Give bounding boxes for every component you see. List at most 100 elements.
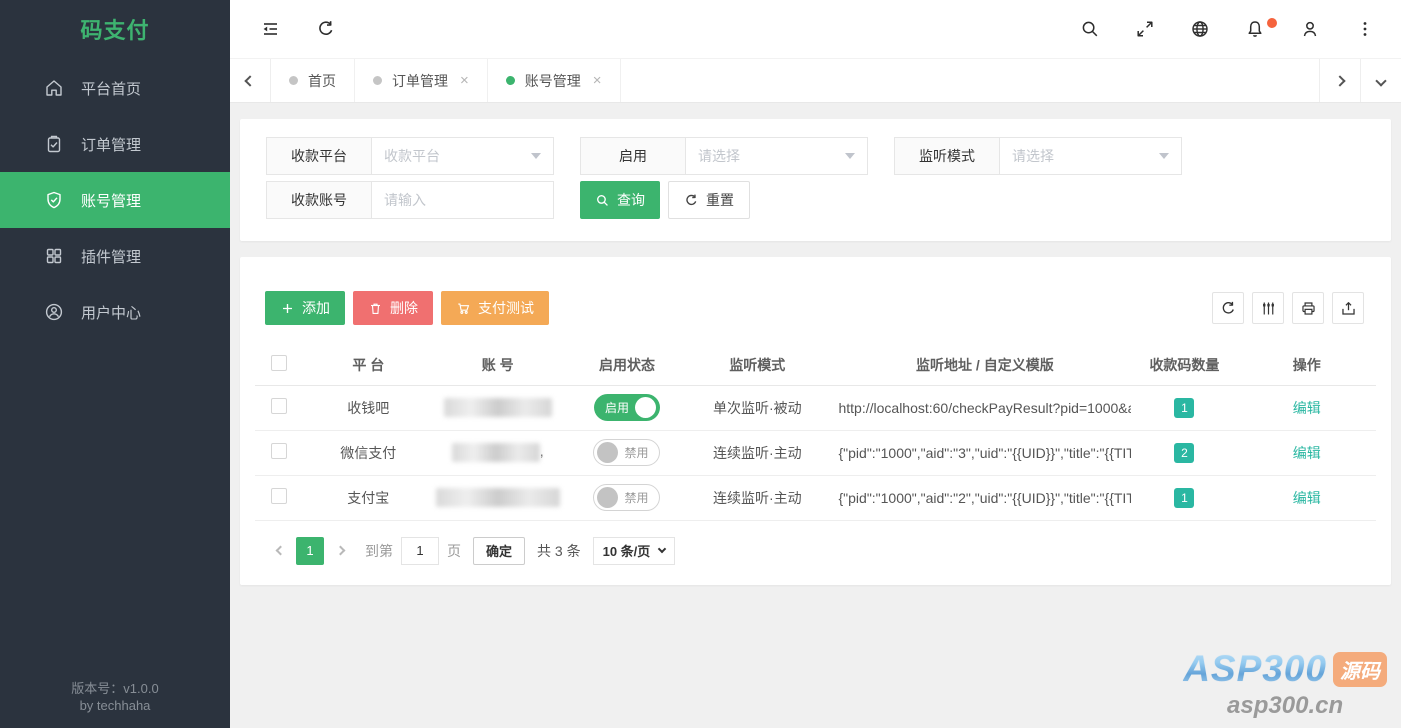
add-button-label: 添加 [302,300,330,316]
tab-close-icon[interactable]: × [593,72,602,89]
col-address: 监听地址 / 自定义模版 [822,345,1132,386]
cell-platform: 支付宝 [303,475,434,521]
trash-icon [371,303,380,314]
select-caret-icon [1159,153,1169,159]
collapse-menu-icon[interactable] [260,19,280,39]
toggle-label: 禁用 [624,446,649,460]
sidebar-item-home[interactable]: 平台首页 [0,60,230,116]
cell-address: {"pid":"1000","aid":"2","uid":"{{UID}}",… [822,475,1132,521]
shield-check-icon [44,190,64,210]
redacted-account [435,488,560,507]
sidebar-item-orders[interactable]: 订单管理 [0,116,230,172]
search-icon[interactable] [1080,19,1100,39]
col-enabled: 启用状态 [561,345,693,386]
tabs-scroll-left-button[interactable] [230,59,271,102]
plugin-grid-icon [44,246,64,266]
search-button[interactable]: 查询 [580,181,660,219]
filter-account: 收款账号 [266,181,554,219]
edit-link[interactable]: 编辑 [1293,400,1321,416]
sidebar-item-label: 用户中心 [81,304,142,322]
next-page-button[interactable] [327,537,353,565]
tabs-scroll-right-button[interactable] [1319,59,1360,102]
enable-toggle[interactable]: 启用 [593,394,660,421]
listen-mode-filter-label: 监听模式 [894,137,999,175]
notifications-bell-icon[interactable] [1245,18,1277,39]
goto-confirm-button[interactable]: 确定 [473,536,526,565]
delete-button-label: 删除 [390,300,418,316]
total-count-label: 共 3 条 [537,542,581,559]
refresh-icon [1222,301,1234,314]
page-size-value: 10 条/页 [602,544,651,559]
platform-select[interactable]: 收款平台 [371,137,554,175]
table-toolbar: 添加 删除 支付测试 [265,291,1376,325]
enabled-select-placeholder: 请选择 [698,148,740,164]
pay-test-button[interactable]: 支付测试 [441,291,549,325]
user-profile-icon[interactable] [1300,19,1320,39]
enabled-filter-label: 启用 [580,137,685,175]
tabs-menu-button[interactable] [1360,59,1401,102]
add-button[interactable]: 添加 [265,291,345,325]
tabbar-spacer [621,59,1319,102]
col-listen-mode: 监听模式 [692,345,823,386]
fullscreen-icon[interactable] [1135,19,1155,39]
sidebar-item-user-center[interactable]: 用户中心 [0,284,230,340]
sidebar-item-plugins[interactable]: 插件管理 [0,228,230,284]
sidebar-item-label: 平台首页 [81,80,142,98]
toggle-knob [597,487,619,508]
select-all-checkbox[interactable] [271,355,288,372]
page-unit-label: 页 [447,542,461,559]
pay-test-button-label: 支付测试 [478,300,534,316]
tab-label: 首页 [308,72,336,89]
table-columns-button[interactable] [1252,292,1284,324]
redacted-account [443,398,552,417]
account-filter-label: 收款账号 [266,181,371,219]
prev-page-button[interactable] [267,537,293,565]
row-checkbox[interactable] [271,398,288,414]
sidebar-item-label: 插件管理 [81,248,142,266]
tab-status-dot [505,76,515,85]
goto-page-input[interactable] [401,536,439,565]
current-page-button[interactable]: 1 [296,536,324,565]
chevron-right-icon [335,545,345,556]
language-globe-icon[interactable] [1190,19,1210,39]
more-menu-icon[interactable] [1355,19,1375,39]
plus-icon [283,303,292,313]
redacted-account [451,443,540,462]
pagination: 1 到第 页 确定 共 3 条 10 条/页 [267,536,1376,565]
filter-listen-mode: 监听模式 请选择 [894,137,1182,175]
listen-mode-select[interactable]: 请选择 [999,137,1182,175]
tab-close-icon[interactable]: × [460,72,469,89]
select-caret-icon [531,153,541,159]
page-size-select[interactable]: 10 条/页 [592,536,676,565]
table-refresh-button[interactable] [1212,292,1244,324]
row-checkbox[interactable] [271,443,288,459]
enabled-select[interactable]: 请选择 [685,137,868,175]
author-text: by techhaha [79,698,151,713]
goto-label: 到第 [365,542,393,559]
enable-toggle[interactable]: 禁用 [593,484,661,511]
edit-link[interactable]: 编辑 [1293,445,1321,461]
platform-filter-label: 收款平台 [266,137,371,175]
tab-orders[interactable]: 订单管理 × [355,59,488,102]
reset-button[interactable]: 重置 [668,181,750,219]
tab-status-dot [289,76,298,85]
toggle-knob [634,397,656,418]
table-export-button[interactable] [1332,292,1364,324]
delete-button[interactable]: 删除 [353,291,433,325]
tab-accounts[interactable]: 账号管理 × [488,59,621,102]
row-checkbox[interactable] [271,488,288,504]
table-print-button[interactable] [1292,292,1324,324]
cart-icon [458,302,470,314]
enable-toggle[interactable]: 禁用 [593,439,661,466]
tab-label: 订单管理 [392,72,448,89]
tab-home[interactable]: 首页 [271,59,355,102]
sidebar-item-accounts[interactable]: 账号管理 [0,172,230,228]
refresh-icon[interactable] [316,19,336,39]
edit-link[interactable]: 编辑 [1293,490,1321,506]
table-row: 收钱吧 启用 单次监听·被动 http://localhost:60/check… [255,385,1376,431]
chevron-left-icon [244,74,256,87]
toggle-knob [597,442,619,463]
account-input[interactable] [371,181,554,219]
chevron-left-icon [275,545,285,556]
user-center-icon [44,302,64,322]
